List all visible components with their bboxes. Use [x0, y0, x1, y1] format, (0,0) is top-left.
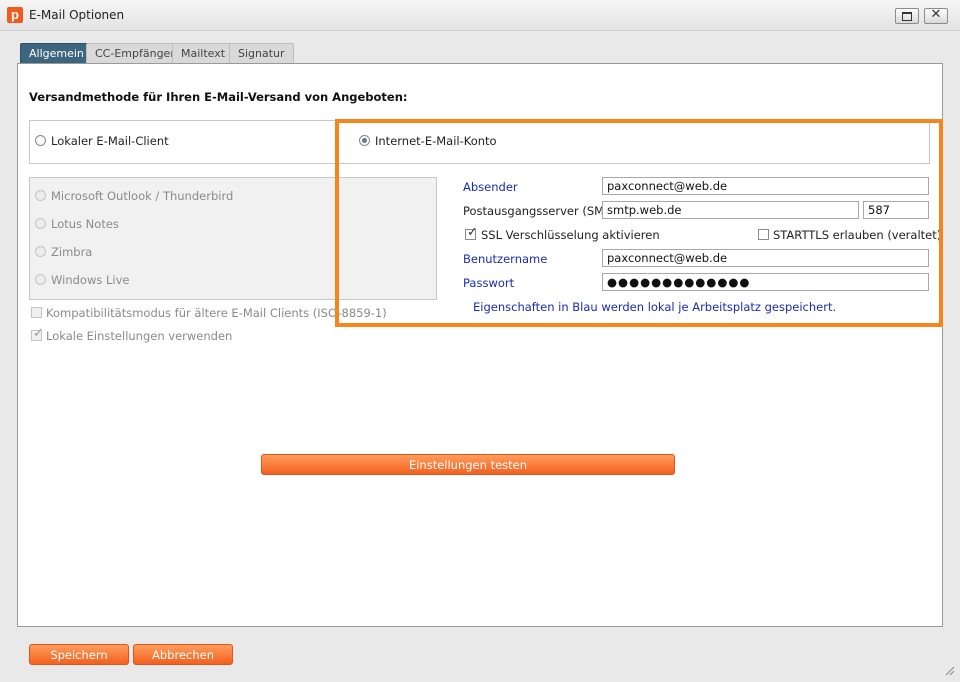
window-title: E-Mail Optionen — [29, 8, 125, 22]
client-radio-windows-live[interactable] — [35, 274, 46, 285]
checkmark-icon: ✓ — [33, 326, 44, 341]
save-button[interactable]: Speichern — [29, 644, 129, 665]
tab-signatur[interactable]: Signatur — [229, 43, 294, 64]
cancel-button[interactable]: Abbrechen — [133, 644, 233, 665]
ssl-checkbox[interactable]: ✓ — [465, 225, 478, 240]
starttls-label: STARTTLS erlauben (veraltet) — [773, 228, 942, 242]
client-radio-zimbra[interactable] — [35, 246, 46, 257]
compat-mode-label: Kompatibilitätsmodus für ältere E-Mail C… — [46, 306, 387, 320]
app-logo-icon: p — [7, 7, 23, 23]
username-input[interactable] — [602, 249, 929, 267]
local-settings-label: Lokale Einstellungen verwenden — [46, 329, 233, 343]
smtp-port-input[interactable] — [863, 201, 929, 219]
password-input[interactable] — [602, 273, 929, 291]
local-settings-checkbox[interactable]: ✓ — [31, 326, 44, 341]
blue-properties-note: Eigenschaften in Blau werden lokal je Ar… — [473, 300, 837, 314]
sender-input[interactable] — [602, 177, 929, 195]
client-label-zimbra: Zimbra — [51, 245, 93, 259]
close-button[interactable]: ✕ — [924, 7, 948, 24]
tab-cc-empfaenger[interactable]: CC-Empfänger — [86, 43, 184, 64]
maximize-icon — [902, 12, 912, 21]
checkmark-icon: ✓ — [467, 225, 478, 240]
close-icon: ✕ — [930, 7, 942, 22]
internet-account-radio[interactable] — [359, 135, 370, 146]
tab-allgemein[interactable]: Allgemein — [20, 43, 93, 64]
starttls-checkbox[interactable] — [758, 229, 769, 240]
compat-mode-checkbox[interactable] — [31, 307, 42, 318]
ssl-label: SSL Verschlüsselung aktivieren — [481, 228, 660, 242]
section-heading: Versandmethode für Ihren E-Mail-Versand … — [29, 90, 408, 104]
test-settings-button[interactable]: Einstellungen testen — [261, 454, 675, 475]
smtp-label: Postausgangsserver (SMTP) — [463, 204, 623, 218]
sender-label: Absender — [463, 180, 518, 194]
smtp-server-input[interactable] — [602, 201, 859, 219]
maximize-button[interactable] — [895, 8, 919, 24]
password-label: Passwort — [463, 276, 515, 290]
username-label: Benutzername — [463, 252, 548, 266]
local-client-radio[interactable] — [35, 135, 46, 146]
title-bar: p E-Mail Optionen ✕ — [0, 0, 960, 31]
local-client-label: Lokaler E-Mail-Client — [51, 134, 169, 148]
client-label-lotus: Lotus Notes — [51, 217, 119, 231]
client-radio-lotus[interactable] — [35, 218, 46, 229]
tab-mailtext[interactable]: Mailtext — [172, 43, 235, 64]
client-label-windows-live: Windows Live — [51, 273, 130, 287]
internet-account-label: Internet-E-Mail-Konto — [375, 134, 497, 148]
client-radio-outlook[interactable] — [35, 190, 46, 201]
resize-grip-icon[interactable] — [943, 664, 955, 676]
client-label-outlook: Microsoft Outlook / Thunderbird — [51, 189, 234, 203]
